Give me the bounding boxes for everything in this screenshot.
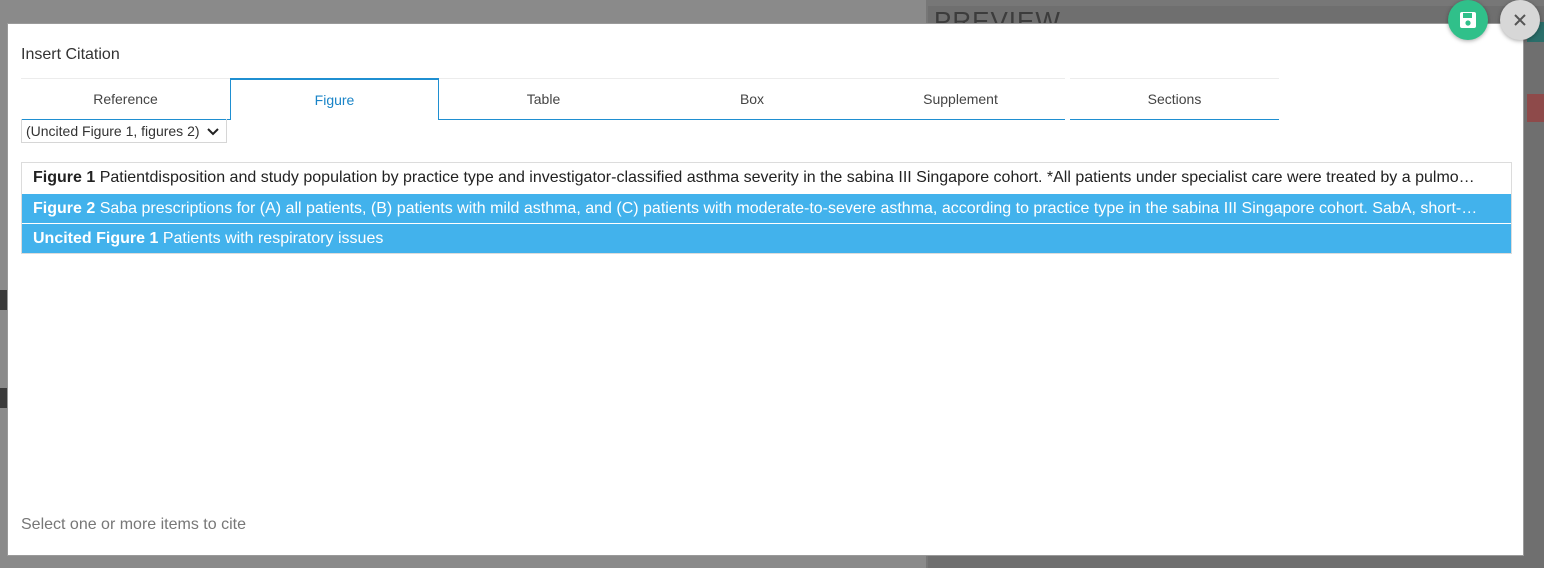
dialog-title: Insert Citation (21, 46, 120, 63)
close-icon (1514, 14, 1526, 26)
figure-list: Figure 1 Patientdisposition and study po… (21, 162, 1512, 254)
item-label: Figure 2 (33, 200, 96, 217)
list-item-figure-2[interactable]: Figure 2 Saba prescriptions for (A) all … (22, 193, 1511, 223)
tab-supplement[interactable]: Supplement (856, 78, 1065, 120)
tab-box[interactable]: Box (648, 78, 856, 120)
save-button[interactable] (1448, 0, 1488, 40)
item-label: Figure 1 (33, 169, 96, 186)
figure-filter-dropdown[interactable]: (Uncited Figure 1, figures 2) (21, 119, 227, 143)
item-label: Uncited Figure 1 (33, 230, 159, 247)
close-button[interactable] (1500, 0, 1540, 40)
selection-hint: Select one or more items to cite (21, 516, 246, 533)
item-caption: Patients with respiratory issues (162, 230, 384, 247)
tab-reference[interactable]: Reference (21, 78, 230, 120)
insert-citation-dialog: Insert Citation Reference Figure Table B… (7, 23, 1524, 556)
background-badge-strip (1527, 94, 1544, 122)
tab-sections[interactable]: Sections (1070, 78, 1279, 120)
filter-selected-value: (Uncited Figure 1, figures 2) (26, 122, 200, 139)
item-caption: Patientdisposition and study population … (99, 169, 1475, 186)
tab-figure[interactable]: Figure (230, 78, 439, 120)
list-item-uncited-figure-1[interactable]: Uncited Figure 1 Patients with respirato… (22, 223, 1511, 253)
tab-table[interactable]: Table (439, 78, 648, 120)
list-item-figure-1[interactable]: Figure 1 Patientdisposition and study po… (22, 163, 1511, 193)
chevron-down-icon (206, 127, 219, 135)
item-caption: Saba prescriptions for (A) all patients,… (99, 200, 1478, 217)
floppy-disk-icon (1460, 12, 1476, 28)
citation-type-tabs: Reference Figure Table Box Supplement Se… (21, 78, 1279, 120)
